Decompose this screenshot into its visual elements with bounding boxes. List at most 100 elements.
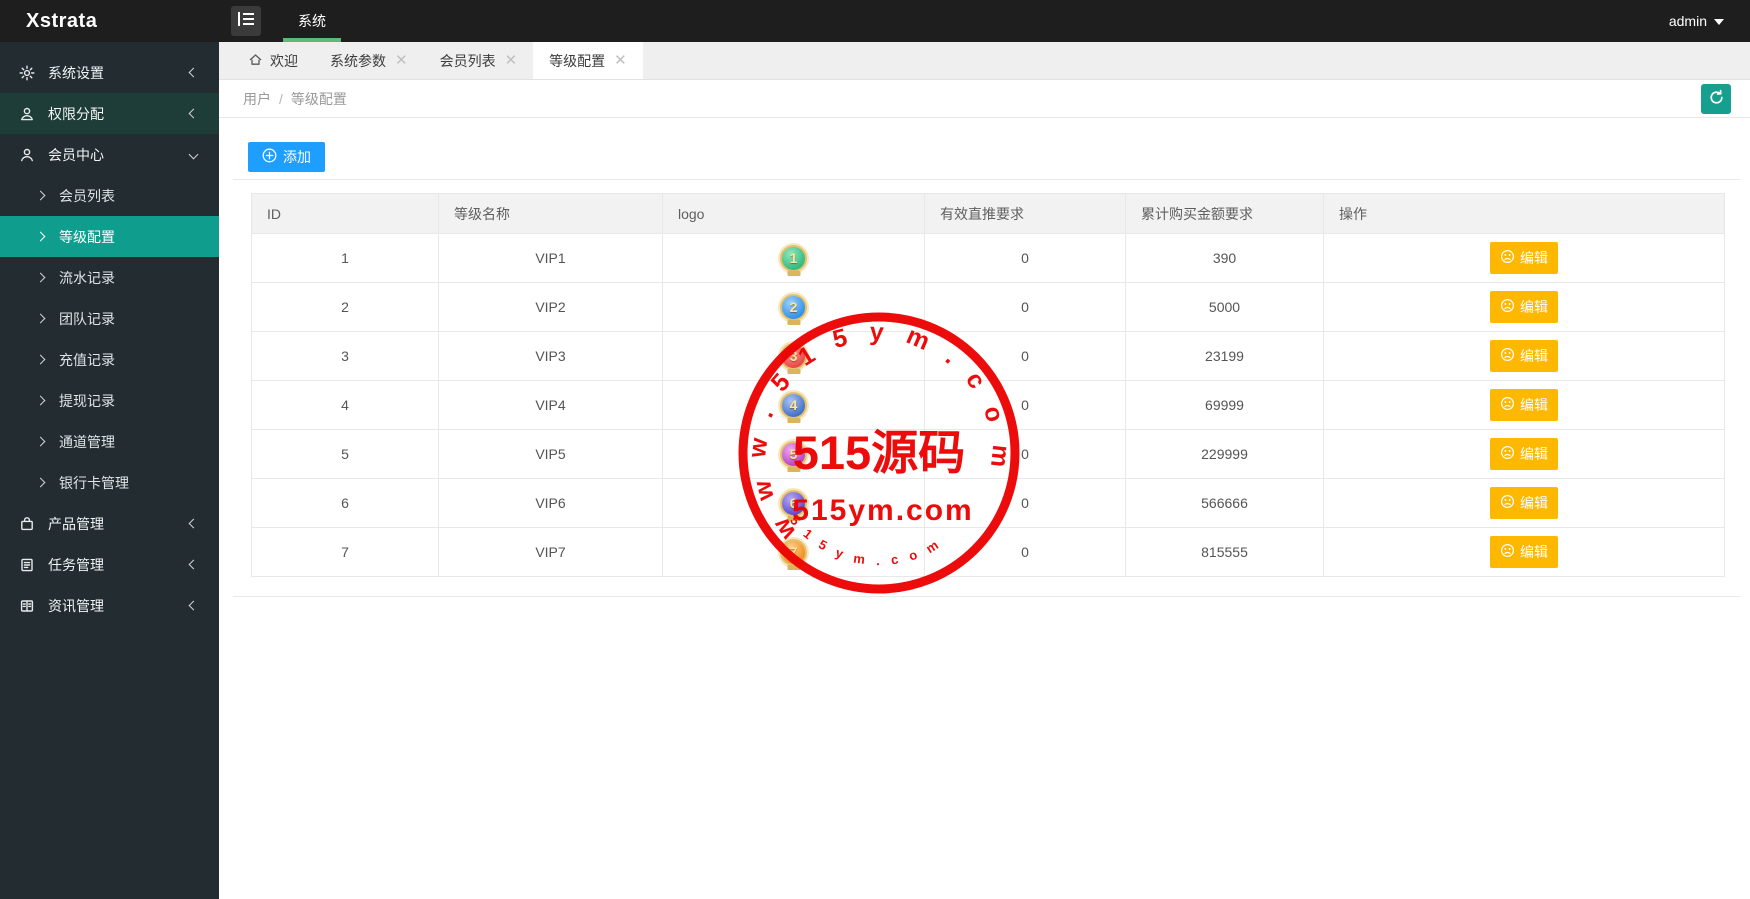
sidebar-subitem-label: 充值记录	[59, 351, 115, 368]
chevron-left-icon	[188, 67, 199, 78]
tab-会员列表[interactable]: 会员列表 ✕	[424, 42, 534, 79]
sidebar-subitem-等级配置[interactable]: 等级配置	[0, 216, 219, 257]
user-menu[interactable]: admin	[1669, 0, 1750, 42]
face-icon	[1500, 494, 1515, 512]
sidebar-item-1[interactable]: 权限分配	[0, 93, 219, 134]
edit-button[interactable]: 编辑	[1490, 242, 1558, 274]
sidebar-item-5[interactable]: 资讯管理	[0, 585, 219, 626]
cell-direct-requirement: 0	[924, 331, 1126, 381]
sidebar-subitem-会员列表[interactable]: 会员列表	[0, 175, 219, 216]
sidebar-item-0[interactable]: 系统设置	[0, 52, 219, 93]
levels-table: ID 等级名称 logo 有效直推要求 累计购买金额要求 操作 1 VIP1 1 0 39…	[251, 193, 1725, 577]
edit-button[interactable]: 编辑	[1490, 389, 1558, 421]
news-icon	[19, 598, 35, 614]
sidebar-subitem-流水记录[interactable]: 流水记录	[0, 257, 219, 298]
column-header: 操作	[1323, 193, 1725, 234]
cell-amount-requirement: 815555	[1125, 527, 1324, 577]
sidebar-item-label: 产品管理	[48, 515, 104, 532]
sidebar-subitem-充值记录[interactable]: 充值记录	[0, 339, 219, 380]
sidebar-item-4[interactable]: 任务管理	[0, 544, 219, 585]
vip-medal-icon: 3	[780, 342, 807, 374]
sidebar-subitem-团队记录[interactable]: 团队记录	[0, 298, 219, 339]
app-logo: Xstrata	[26, 9, 98, 32]
sidebar-item-label: 系统设置	[48, 64, 104, 81]
tab-bar: 欢迎 系统参数 ✕ 会员列表 ✕ 等级配置 ✕	[219, 42, 1750, 80]
cell-logo: 3	[662, 331, 925, 381]
tab-系统参数[interactable]: 系统参数 ✕	[314, 42, 424, 79]
vip-medal-icon: 2	[780, 293, 807, 325]
tab-label: 等级配置	[549, 52, 606, 69]
face-icon	[1500, 347, 1515, 365]
topnav-item-system[interactable]: 系统	[283, 0, 341, 42]
chevron-left-icon	[188, 600, 199, 611]
add-button[interactable]: 添加	[248, 142, 325, 172]
refresh-button[interactable]	[1701, 84, 1731, 114]
tab-欢迎[interactable]: 欢迎	[232, 42, 314, 79]
table-row: 1 VIP1 1 0 390 编辑	[251, 233, 1725, 283]
edit-button[interactable]: 编辑	[1490, 291, 1558, 323]
topbar: Xstrata 系统 admin	[0, 0, 1750, 42]
gear-icon	[19, 65, 35, 81]
cell-logo: 2	[662, 282, 925, 332]
sidebar-toggle-button[interactable]	[231, 6, 261, 36]
sidebar-subitem-通道管理[interactable]: 通道管理	[0, 421, 219, 462]
sidebar-item-label: 权限分配	[48, 105, 104, 122]
chevron-left-icon	[188, 518, 199, 529]
table-row: 7 VIP7 7 0 815555 编辑	[251, 527, 1725, 577]
topnav-label: 系统	[298, 13, 326, 29]
breadcrumb-page: 等级配置	[290, 90, 347, 107]
breadcrumb-section[interactable]: 用户	[243, 89, 271, 109]
column-header: 有效直推要求	[924, 193, 1126, 234]
cell-id: 4	[251, 380, 439, 430]
sidebar-item-3[interactable]: 产品管理	[0, 503, 219, 544]
cell-logo: 7	[662, 527, 925, 577]
sidebar-item-label: 会员中心	[48, 146, 104, 163]
edit-button[interactable]: 编辑	[1490, 438, 1558, 470]
cell-level-name: VIP6	[438, 478, 663, 528]
table-header-row: ID 等级名称 logo 有效直推要求 累计购买金额要求 操作	[251, 193, 1725, 234]
cell-id: 1	[251, 233, 439, 283]
tab-等级配置[interactable]: 等级配置 ✕	[533, 42, 643, 79]
chevron-left-icon	[188, 108, 199, 119]
sidebar-subitem-label: 通道管理	[59, 433, 115, 450]
sidebar-subitem-提现记录[interactable]: 提现记录	[0, 380, 219, 421]
cell-id: 6	[251, 478, 439, 528]
cell-actions: 编辑	[1323, 331, 1725, 381]
divider-bottom	[233, 596, 1740, 597]
face-icon	[1500, 298, 1515, 316]
cell-direct-requirement: 0	[924, 527, 1126, 577]
edit-button[interactable]: 编辑	[1490, 340, 1558, 372]
sidebar-item-label: 资讯管理	[48, 597, 104, 614]
content: 添加 ID 等级名称 logo 有效直推要求 累计购买金额要求 操作 1 VIP1 1 0…	[219, 142, 1750, 597]
tab-close-icon[interactable]: ✕	[505, 53, 518, 68]
sidebar-subitem-label: 等级配置	[59, 228, 115, 245]
chevron-right-icon	[35, 313, 46, 324]
tab-label: 系统参数	[330, 52, 386, 69]
product-icon	[19, 516, 35, 532]
sidebar-subitem-label: 团队记录	[59, 310, 115, 327]
cell-direct-requirement: 0	[924, 380, 1126, 430]
face-icon	[1500, 249, 1515, 267]
plus-circle-icon	[262, 148, 277, 166]
cell-level-name: VIP5	[438, 429, 663, 479]
chevron-right-icon	[35, 395, 46, 406]
sidebar-item-2[interactable]: 会员中心	[0, 134, 219, 175]
tab-close-icon[interactable]: ✕	[395, 53, 408, 68]
user-icon	[19, 106, 35, 122]
tab-label: 欢迎	[270, 52, 298, 69]
add-button-label: 添加	[283, 149, 311, 165]
tab-close-icon[interactable]: ✕	[614, 53, 627, 68]
vip-medal-icon: 7	[780, 538, 807, 570]
active-nav-underline	[283, 38, 341, 42]
cell-logo: 6	[662, 478, 925, 528]
edit-button[interactable]: 编辑	[1490, 536, 1558, 568]
sidebar-subitem-银行卡管理[interactable]: 银行卡管理	[0, 462, 219, 503]
cell-id: 7	[251, 527, 439, 577]
cell-id: 2	[251, 282, 439, 332]
chevron-right-icon	[35, 231, 46, 242]
sidebar-subitem-label: 提现记录	[59, 392, 115, 409]
edit-button[interactable]: 编辑	[1490, 487, 1558, 519]
face-icon	[1500, 396, 1515, 414]
cell-level-name: VIP3	[438, 331, 663, 381]
sidebar-item-label: 任务管理	[48, 556, 104, 573]
